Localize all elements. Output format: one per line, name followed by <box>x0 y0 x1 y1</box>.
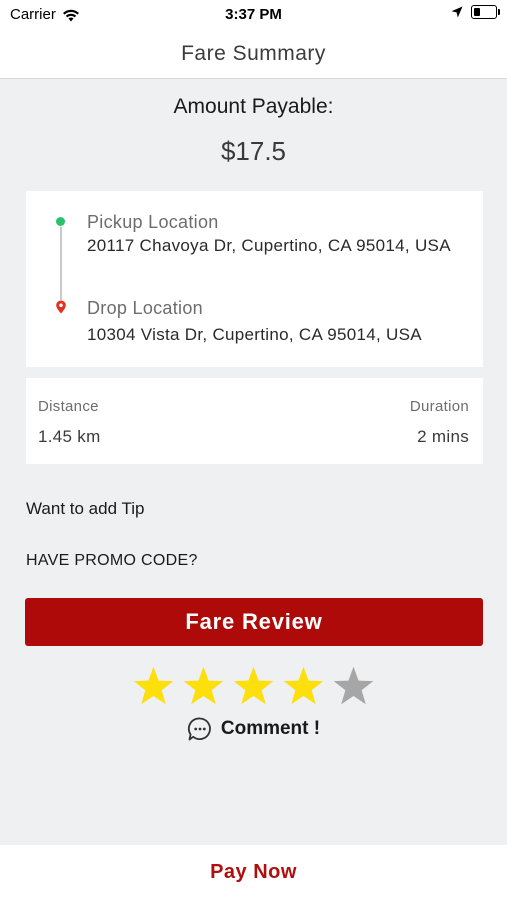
pay-now-label: Pay Now <box>210 861 297 883</box>
duration-label: Duration <box>409 398 469 415</box>
promo-code-link[interactable]: HAVE PROMO CODE? <box>26 552 198 570</box>
distance-value: 1.45 km <box>38 427 101 446</box>
comment-link[interactable]: Comment ! <box>0 716 507 742</box>
location-arrow-icon <box>451 6 463 18</box>
status-right-group <box>451 5 500 19</box>
star-rating[interactable] <box>132 665 375 708</box>
star-filled-icon[interactable] <box>232 665 275 708</box>
fare-review-button[interactable]: Fare Review <box>25 598 483 646</box>
comment-label: Comment ! <box>220 718 321 739</box>
star-empty-icon[interactable] <box>332 665 375 708</box>
battery-icon <box>471 5 500 19</box>
amount-payable-label: Amount Payable: <box>173 95 334 118</box>
drop-location-address: 10304 Vista Dr, Cupertino, CA 95014, USA <box>87 325 422 344</box>
nav-bar: Fare Summary <box>0 28 507 79</box>
add-tip-link[interactable]: Want to add Tip <box>26 499 144 519</box>
page-title: Fare Summary <box>181 42 326 65</box>
pickup-location-address: 20117 Chavoya Dr, Cupertino, CA 95014, U… <box>87 236 451 255</box>
amount-payable-value: $17.5 <box>220 136 287 166</box>
route-line <box>60 227 62 300</box>
drop-pin-icon <box>56 300 66 314</box>
pay-now-button[interactable]: Pay Now <box>0 845 507 900</box>
pickup-dot-icon <box>56 217 65 226</box>
star-filled-icon[interactable] <box>282 665 325 708</box>
trip-stats-card: Distance 1.45 km Duration 2 mins <box>26 378 483 464</box>
pickup-location-label: Pickup Location <box>87 212 219 232</box>
star-filled-icon[interactable] <box>182 665 225 708</box>
status-time: 3:37 PM <box>225 6 282 23</box>
duration-value: 2 mins <box>417 427 469 446</box>
drop-location-label: Drop Location <box>87 298 203 318</box>
status-bar: Carrier 3:37 PM <box>0 0 507 28</box>
route-card: Pickup Location 20117 Chavoya Dr, Cupert… <box>26 191 483 367</box>
distance-label: Distance <box>38 398 99 415</box>
star-filled-icon[interactable] <box>132 665 175 708</box>
chat-bubble-icon <box>187 717 211 741</box>
